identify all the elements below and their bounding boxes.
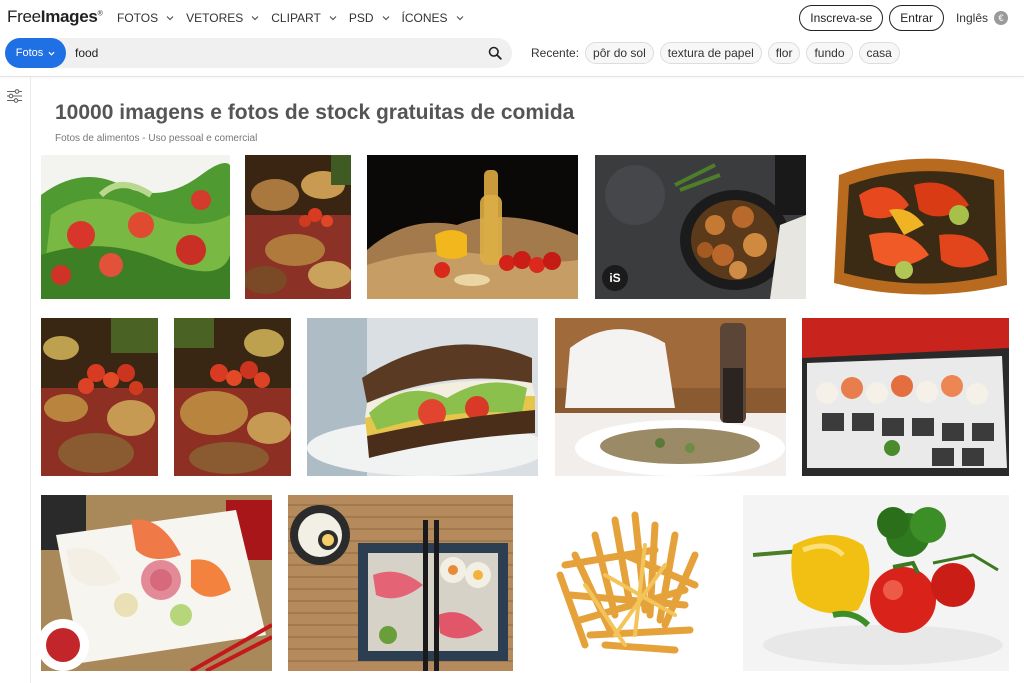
page-title: 10000 imagens e fotos de stock gratuitas… [55, 101, 575, 124]
gallery-image-soup-teapot[interactable] [555, 318, 786, 476]
gallery-image-sushi-platter[interactable] [802, 318, 1009, 476]
chevron-down-icon [382, 16, 389, 21]
currency-icon: € [994, 11, 1008, 25]
gallery-image-sandwich[interactable] [307, 318, 538, 476]
search-bar: Fotos [5, 38, 512, 68]
recent-tag[interactable]: fundo [806, 42, 853, 64]
nav-label: PSD [348, 11, 374, 25]
gallery-image-buffet-table-3[interactable] [174, 318, 291, 476]
recent-tag[interactable]: pôr do sol [585, 42, 654, 64]
logo-mark: ® [97, 10, 103, 18]
istock-badge: iS [602, 265, 628, 291]
chevron-down-icon [251, 16, 259, 21]
chevron-down-icon [456, 16, 463, 21]
gallery-image-roasted-peppers[interactable] [829, 155, 1009, 299]
chevron-down-icon [166, 16, 174, 21]
login-button[interactable]: Entrar [889, 5, 944, 31]
nav-label: CLIPART [271, 11, 321, 25]
filter-rail [0, 77, 31, 683]
gallery-image-buffet-table[interactable] [245, 155, 351, 299]
gallery-image-sushi-bamboo[interactable] [288, 495, 513, 671]
language-selector[interactable]: Inglês € [956, 11, 1008, 25]
gallery-image-french-fries[interactable] [535, 495, 725, 671]
nav-psd[interactable]: PSD [349, 11, 390, 25]
recent-tag[interactable]: casa [858, 42, 900, 64]
page-subtitle: Fotos de alimentos - Uso pessoal e comer… [55, 133, 258, 144]
signup-button[interactable]: Inscreva-se [799, 5, 884, 31]
logo-light: Free [7, 7, 41, 26]
search-type-label: Fotos [15, 47, 44, 59]
chevron-down-icon [48, 51, 55, 56]
nav-clipart[interactable]: CLIPART [271, 11, 337, 25]
search-icon[interactable] [488, 46, 502, 60]
nav-label: VETORES [186, 11, 244, 25]
nav-label: ÍCONES [401, 11, 448, 25]
recent-tag[interactable]: flor [767, 42, 801, 64]
header-divider [0, 76, 1024, 77]
nav-icones[interactable]: ÍCONES [402, 11, 464, 25]
chevron-down-icon [329, 16, 337, 21]
gallery-image-oil-and-vegetables[interactable] [367, 155, 578, 299]
gallery-image-sashimi-plate[interactable] [41, 495, 272, 671]
gallery-image-buffet-table-2[interactable] [41, 318, 158, 476]
gallery-image-salad[interactable] [41, 155, 230, 299]
account-actions: Inscreva-se Entrar Inglês € [799, 5, 1008, 31]
filter-sliders-icon[interactable] [6, 89, 23, 103]
gallery-image-chicken-pan[interactable]: iS [595, 155, 806, 299]
top-bar: FreeImages® FOTOS VETORES CLIPART PSD ÍC… [0, 0, 1024, 36]
main-nav: FOTOS VETORES CLIPART PSD ÍCONES [117, 11, 476, 25]
language-label: Inglês [955, 11, 988, 25]
search-type-dropdown[interactable]: Fotos [5, 38, 66, 68]
logo[interactable]: FreeImages® [7, 7, 103, 27]
search-input[interactable] [75, 38, 475, 68]
search-row: Fotos Recente: pôr do sol textura de pap… [0, 36, 1024, 76]
logo-bold: Images [40, 7, 98, 26]
recent-tag[interactable]: textura de papel [659, 42, 762, 64]
nav-fotos[interactable]: FOTOS [117, 11, 174, 25]
recent-label: Recente: [531, 46, 580, 60]
gallery-image-pepper-tomato[interactable] [743, 495, 1009, 671]
nav-label: FOTOS [117, 11, 159, 25]
nav-vetores[interactable]: VETORES [186, 11, 259, 25]
recent-searches: Recente: pôr do sol textura de papel flo… [531, 42, 906, 64]
